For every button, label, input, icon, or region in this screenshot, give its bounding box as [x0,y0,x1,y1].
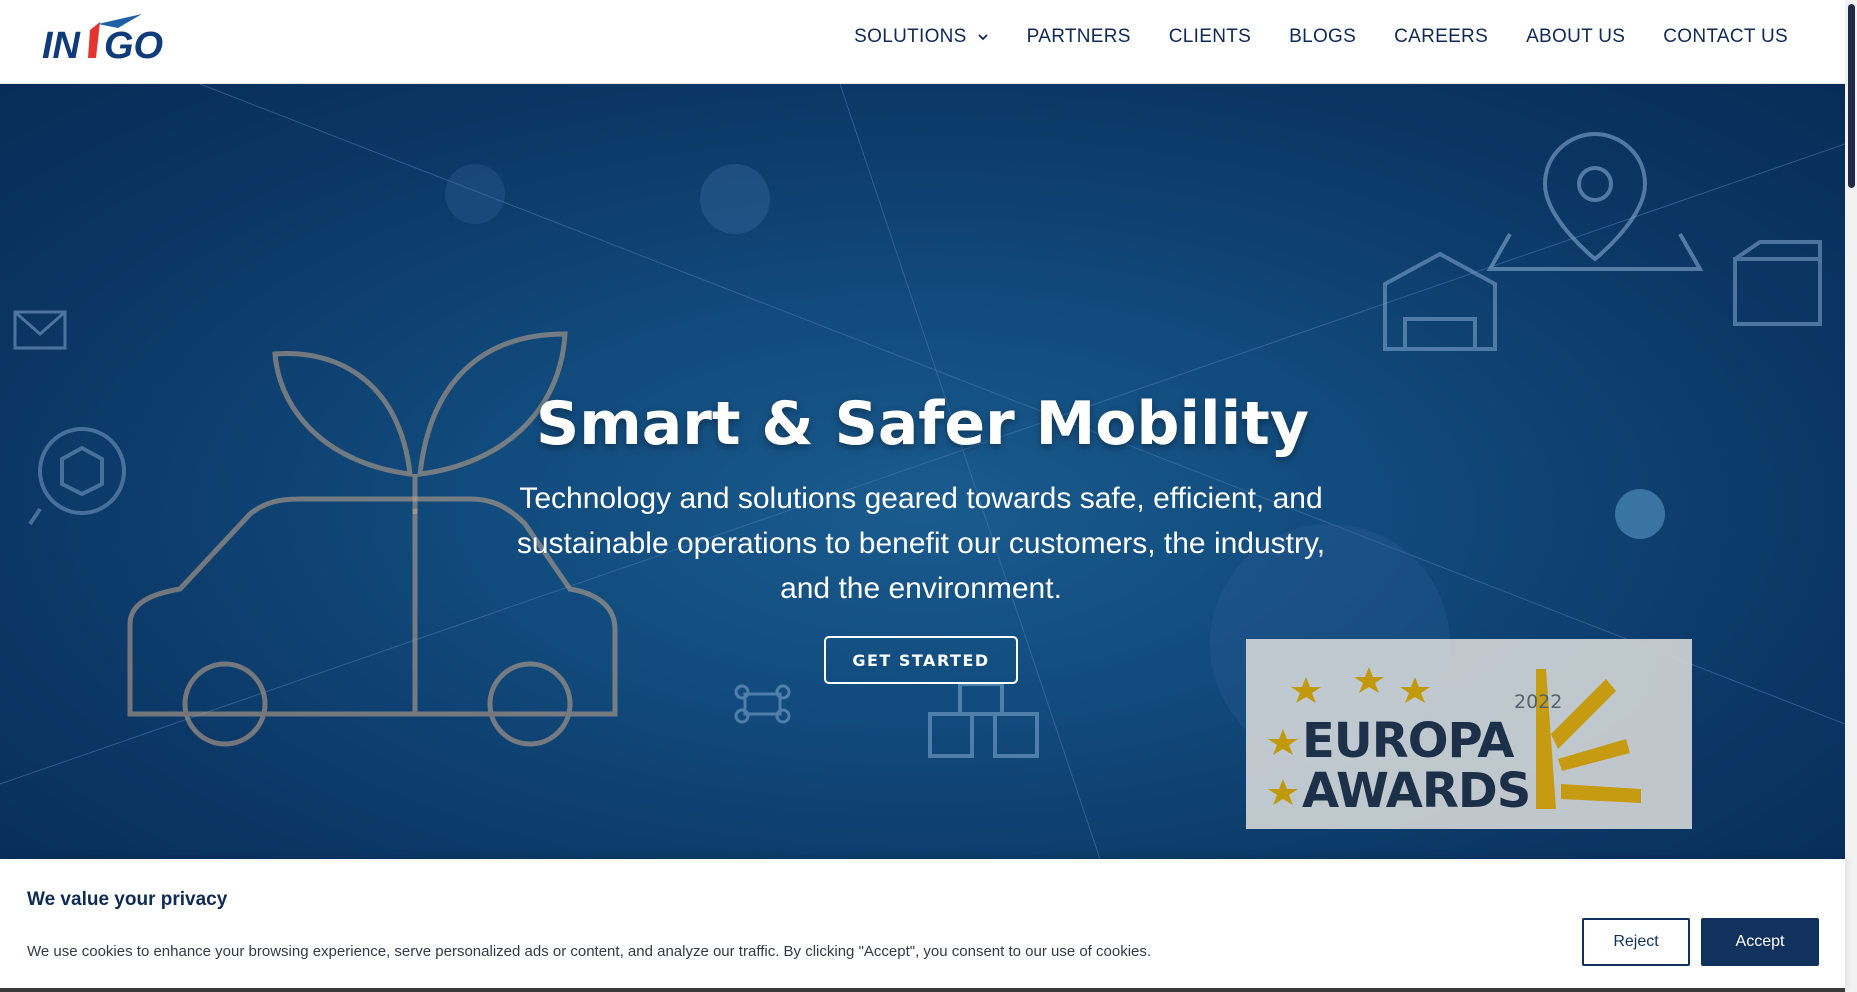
nav-blogs[interactable]: BLOGS [1289,26,1356,48]
accept-button[interactable]: Accept [1701,918,1819,966]
nav-careers-label: CAREERS [1394,25,1489,47]
brand-logo[interactable]: IN GO [42,12,182,67]
package-icon [1733,240,1822,326]
nav-about-us[interactable]: ABOUT US [1526,26,1625,48]
nav-partners-label: PARTNERS [1026,25,1131,47]
cookie-consent-bar: We value your privacy We use cookies to … [0,859,1845,992]
sun-rays-icon [1536,669,1641,809]
site-header: IN GO SOLUTIONS PARTNERS CLIENTS BLOGS C… [0,0,1845,84]
nav-contact-us-label: CONTACT US [1663,25,1788,47]
map-pin-icon [1486,131,1704,271]
mail-icon [13,310,67,350]
scrollbar-thumb[interactable] [1848,4,1855,188]
award-line1: EUROPA [1302,713,1514,769]
nav-careers[interactable]: CAREERS [1394,26,1488,48]
window-bottom-edge [0,988,1845,992]
cookie-text: We use cookies to enhance your browsing … [27,943,1152,960]
nav-partners[interactable]: PARTNERS [1027,26,1131,48]
cookie-title: We value your privacy [27,889,228,910]
chevron-down-icon [978,33,988,40]
warehouse-icon [1383,251,1497,351]
award-year: 2022 [1514,691,1563,713]
main-nav: SOLUTIONS PARTNERS CLIENTS BLOGS CAREERS… [816,0,1788,73]
reject-button[interactable]: Reject [1582,918,1690,966]
nav-clients-label: CLIENTS [1168,25,1252,47]
nav-clients[interactable]: CLIENTS [1169,26,1251,48]
get-started-button[interactable]: GET STARTED [824,636,1018,684]
nav-about-us-label: ABOUT US [1526,25,1626,47]
nav-blogs-label: BLOGS [1289,25,1357,47]
page-scrollbar[interactable] [1845,0,1857,992]
europa-awards-badge: 2022 EUROPA AWARDS [1246,639,1692,829]
nav-solutions-label: SOLUTIONS [854,25,967,47]
svg-text:IN: IN [42,25,82,64]
nav-contact-us[interactable]: CONTACT US [1663,26,1788,48]
hero-subtitle: Technology and solutions geared towards … [516,482,1326,605]
award-line2: AWARDS [1302,763,1531,819]
nav-solutions[interactable]: SOLUTIONS [854,26,989,48]
hero-title: Smart & Safer Mobility [536,389,1309,459]
svg-text:GO: GO [104,25,163,64]
boxes-icon [928,682,1039,758]
hero-section: Smart & Safer Mobility Technology and so… [0,84,1845,859]
drone-icon [734,684,791,724]
